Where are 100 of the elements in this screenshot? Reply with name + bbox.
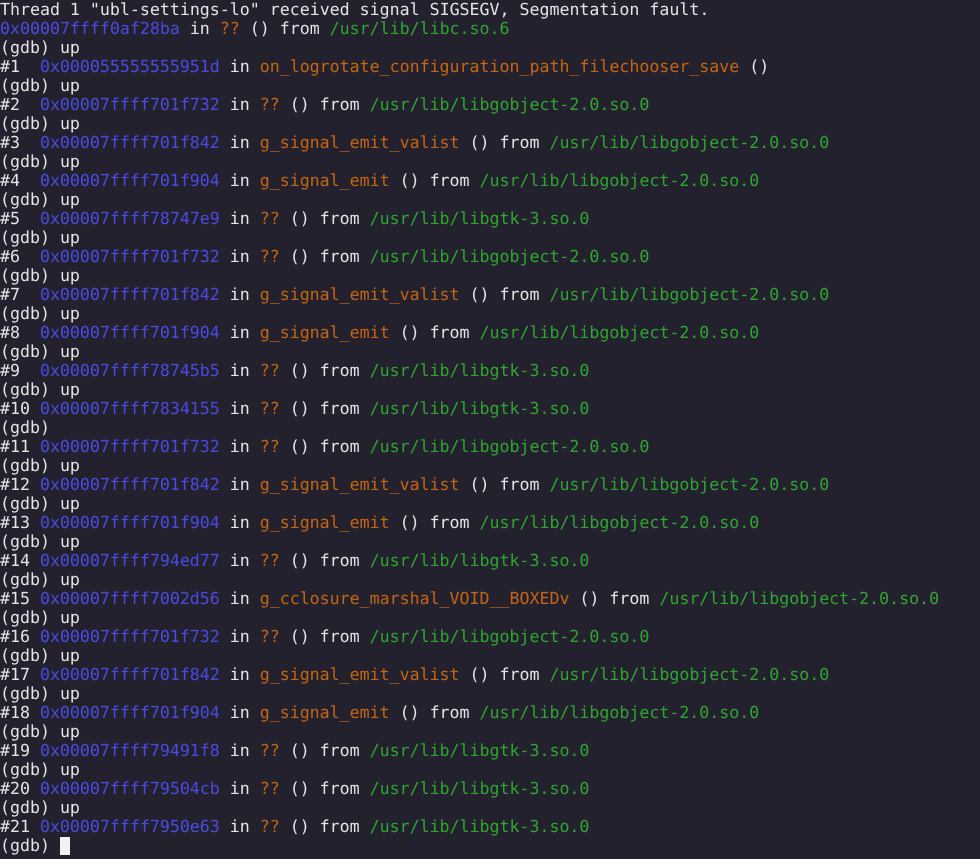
- memory-address: 0x00007ffff701f904: [40, 171, 220, 190]
- function-name: ??: [260, 817, 280, 836]
- terminal-text: in: [230, 209, 250, 228]
- terminal-text: in: [230, 551, 250, 570]
- terminal-text: (gdb) up: [0, 570, 80, 589]
- terminal-text: () from: [470, 475, 540, 494]
- terminal-text: () from: [290, 741, 360, 760]
- terminal-text: (gdb) up: [0, 456, 80, 475]
- library-path: /usr/lib/libgobject-2.0.so.0: [370, 437, 650, 456]
- memory-address: 0x00007ffff701f842: [40, 475, 220, 494]
- function-name: g_signal_emit_valist: [260, 475, 460, 494]
- function-name: ??: [260, 209, 280, 228]
- terminal-text: (gdb) up: [0, 152, 80, 171]
- memory-address: 0x00007ffff79504cb: [40, 779, 220, 798]
- terminal-text: in: [230, 133, 250, 152]
- terminal-text: (gdb) up: [0, 76, 80, 95]
- function-name: g_signal_emit: [260, 171, 390, 190]
- library-path: /usr/lib/libgtk-3.so.0: [370, 551, 590, 570]
- function-name: on_logrotate_configuration_path_filechooser_save: [260, 57, 740, 76]
- function-name: ??: [260, 361, 280, 380]
- terminal-text: () from: [470, 285, 540, 304]
- terminal-text: in: [230, 627, 250, 646]
- terminal-text: (gdb) up: [0, 114, 80, 133]
- function-name: g_signal_emit: [260, 323, 390, 342]
- terminal-text: in: [230, 95, 250, 114]
- memory-address: 0x00007ffff78745b5: [40, 361, 220, 380]
- memory-address: 0x00007ffff701f842: [40, 665, 220, 684]
- terminal-text: in: [230, 741, 250, 760]
- terminal-text: () from: [290, 817, 360, 836]
- frame-number: #15: [0, 589, 30, 608]
- library-path: /usr/lib/libgtk-3.so.0: [370, 817, 590, 836]
- terminal-text: () from: [290, 95, 360, 114]
- terminal-text: in: [230, 57, 250, 76]
- memory-address: 0x00007ffff7002d56: [40, 589, 220, 608]
- terminal-text: (gdb) up: [0, 608, 80, 627]
- library-path: /usr/lib/libgobject-2.0.so.0: [480, 703, 760, 722]
- terminal-text: () from: [290, 627, 360, 646]
- terminal-text: () from: [290, 209, 360, 228]
- terminal-text: in: [190, 19, 210, 38]
- function-name: ??: [260, 551, 280, 570]
- library-path: /usr/lib/libgtk-3.so.0: [370, 741, 590, 760]
- memory-address: 0x00007ffff7950e63: [40, 817, 220, 836]
- library-path: /usr/lib/libgobject-2.0.so.0: [370, 627, 650, 646]
- terminal-text: (gdb) up: [0, 722, 80, 741]
- terminal-text: (gdb) up: [0, 494, 80, 513]
- library-path: /usr/lib/libgobject-2.0.so.0: [549, 475, 830, 494]
- terminal-text: (): [749, 57, 770, 76]
- memory-address: 0x000055555555951d: [40, 57, 220, 76]
- frame-number: #17: [0, 665, 30, 684]
- terminal-text: () from: [290, 779, 360, 798]
- library-path: /usr/lib/libgobject-2.0.so.0: [549, 665, 830, 684]
- function-name: g_signal_emit_valist: [260, 133, 460, 152]
- function-name: ??: [260, 95, 280, 114]
- terminal-text: (gdb) up: [0, 798, 80, 817]
- memory-address: 0x00007ffff0af28ba: [0, 19, 180, 38]
- frame-number: #19: [0, 741, 30, 760]
- frame-number: #18: [0, 703, 30, 722]
- terminal-text: () from: [290, 361, 360, 380]
- terminal-text: (gdb) up: [0, 266, 80, 285]
- terminal-text: () from: [400, 323, 470, 342]
- frame-number: #10: [0, 399, 30, 418]
- frame-number: #11: [0, 437, 30, 456]
- memory-address: 0x00007ffff701f842: [40, 285, 220, 304]
- terminal-text: (gdb): [0, 418, 50, 437]
- library-path: /usr/lib/libgtk-3.so.0: [370, 779, 590, 798]
- frame-number: #21: [0, 817, 30, 836]
- terminal-text: (gdb) up: [0, 380, 80, 399]
- terminal-text: () from: [470, 133, 540, 152]
- terminal-text: (gdb) up: [0, 646, 80, 665]
- frame-number: #2: [0, 95, 21, 114]
- terminal-text: (gdb) up: [0, 760, 80, 779]
- frame-number: #8: [0, 323, 21, 342]
- terminal-text: in: [230, 361, 250, 380]
- terminal-text: in: [230, 323, 250, 342]
- terminal-text: in: [230, 437, 250, 456]
- library-path: /usr/lib/libgobject-2.0.so.0: [659, 589, 940, 608]
- frame-number: #6: [0, 247, 21, 266]
- frame-number: #16: [0, 627, 30, 646]
- library-path: /usr/lib/libgobject-2.0.so.0: [370, 247, 650, 266]
- memory-address: 0x00007ffff79491f8: [40, 741, 220, 760]
- function-name: ??: [260, 247, 280, 266]
- terminal-text: in: [230, 703, 250, 722]
- terminal-text: () from: [250, 19, 320, 38]
- function-name: g_signal_emit: [260, 703, 390, 722]
- terminal-text: (gdb): [0, 836, 50, 855]
- memory-address: 0x00007ffff794ed77: [40, 551, 220, 570]
- terminal-text: () from: [400, 703, 470, 722]
- library-path: /usr/lib/libgobject-2.0.so.0: [549, 285, 830, 304]
- terminal-text: () from: [400, 171, 470, 190]
- frame-number: #14: [0, 551, 30, 570]
- memory-address: 0x00007ffff7834155: [40, 399, 220, 418]
- memory-address: 0x00007ffff701f732: [40, 247, 220, 266]
- terminal-text: in: [230, 779, 250, 798]
- function-name: ??: [260, 399, 280, 418]
- terminal-text: in: [230, 247, 250, 266]
- memory-address: 0x00007ffff701f842: [40, 133, 220, 152]
- frame-number: #13: [0, 513, 30, 532]
- terminal-text: (gdb) up: [0, 342, 80, 361]
- terminal-text: () from: [470, 665, 540, 684]
- terminal-text: in: [230, 475, 250, 494]
